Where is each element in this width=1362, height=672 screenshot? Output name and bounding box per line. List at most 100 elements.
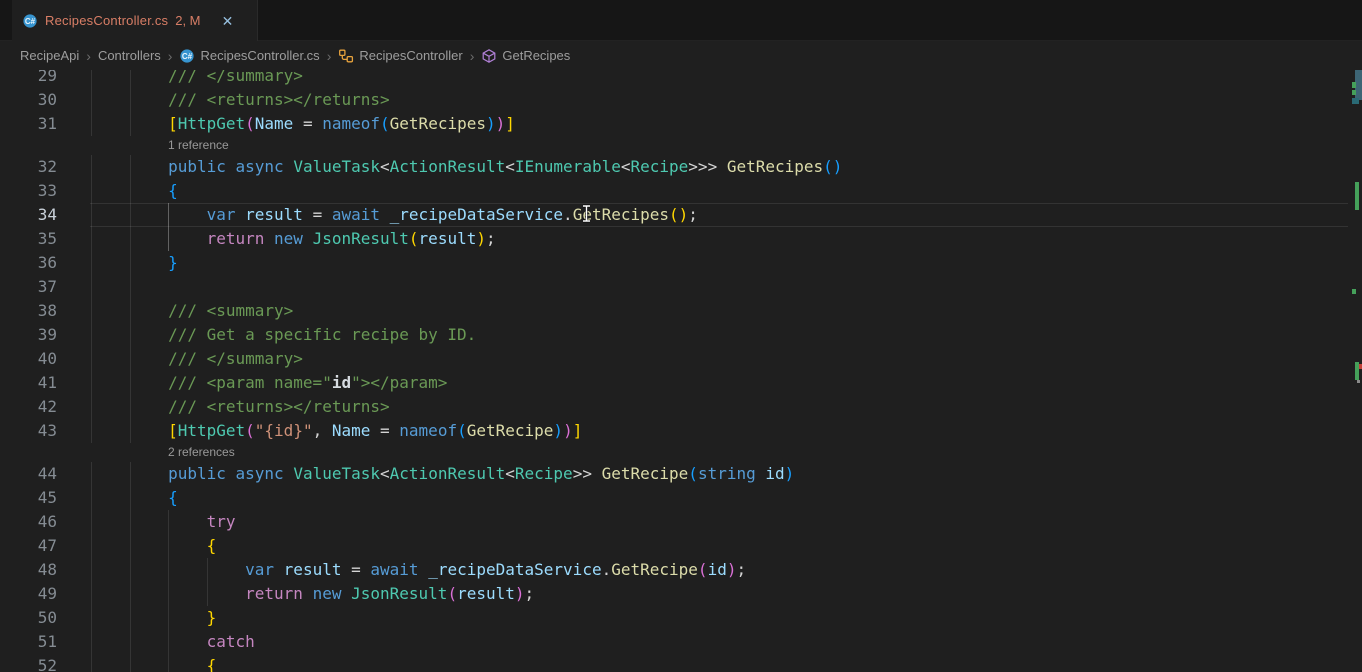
breadcrumb-label: RecipesController.cs xyxy=(200,48,319,63)
code-line-39[interactable]: 39 /// Get a specific recipe by ID. xyxy=(0,323,1362,347)
tab-recipescontroller[interactable]: C# RecipesController.cs 2, M ✕ xyxy=(12,0,258,41)
code-line-47[interactable]: 47{ xyxy=(0,534,1362,558)
breadcrumb: RecipeApi › Controllers › C# RecipesControlle… xyxy=(0,41,1362,70)
code-line-43[interactable]: 43[HttpGet("{id}", Name = nameof(GetReci… xyxy=(0,419,1362,443)
code-text: public async ValueTask<ActionResult<Reci… xyxy=(91,462,794,486)
line-number[interactable]: 49 xyxy=(0,582,57,606)
line-number[interactable]: 48 xyxy=(0,558,57,582)
line-number[interactable]: 47 xyxy=(0,534,57,558)
code-text: /// <param name="id"></param> xyxy=(91,371,447,395)
code-line-34[interactable]: 34var result = await _recipeDataService.… xyxy=(0,203,1362,227)
code-text: /// </summary> xyxy=(91,70,303,88)
line-number[interactable]: 30 xyxy=(0,88,57,112)
line-number[interactable]: 41 xyxy=(0,371,57,395)
code-text: var result = await _recipeDataService.Ge… xyxy=(91,558,746,582)
overview-ruler-mark xyxy=(1357,380,1360,383)
code-text: /// <summary> xyxy=(91,299,293,323)
code-text: { xyxy=(91,179,178,203)
breadcrumb-label: Controllers xyxy=(98,48,161,63)
code-line-48[interactable]: 48 var result = await _recipeDataService.… xyxy=(0,558,1362,582)
code-line-33[interactable]: 33 { xyxy=(0,179,1362,203)
line-number[interactable]: 31 xyxy=(0,112,57,136)
codelens-references[interactable]: 1 reference xyxy=(168,136,229,155)
code-line-36[interactable]: 36} xyxy=(0,251,1362,275)
breadcrumb-item-recipescontroller[interactable]: RecipesController xyxy=(338,48,462,64)
code-text: /// <returns></returns> xyxy=(91,395,390,419)
code-text: try xyxy=(91,510,236,534)
line-number[interactable]: 36 xyxy=(0,251,57,275)
indent-guide xyxy=(130,275,131,299)
code-line-41[interactable]: 41 /// <param name="id"></param> xyxy=(0,371,1362,395)
line-number[interactable]: 33 xyxy=(0,179,57,203)
codelens-references[interactable]: 2 references xyxy=(168,443,235,462)
line-number[interactable]: 40 xyxy=(0,347,57,371)
line-number[interactable]: 43 xyxy=(0,419,57,443)
line-number[interactable]: 32 xyxy=(0,155,57,179)
code-line-44[interactable]: 44 public async ValueTask<ActionResult<Re… xyxy=(0,462,1362,486)
code-line-52[interactable]: 52 { xyxy=(0,654,1362,672)
line-number[interactable]: 45 xyxy=(0,486,57,510)
line-number[interactable]: 37 xyxy=(0,275,57,299)
code-text: /// <returns></returns> xyxy=(91,88,390,112)
line-number[interactable]: 38 xyxy=(0,299,57,323)
breadcrumb-separator: › xyxy=(470,48,475,64)
code-line-51[interactable]: 51 catch xyxy=(0,630,1362,654)
code-line-37[interactable]: 37 xyxy=(0,275,1362,299)
code-text: } xyxy=(91,606,216,630)
line-number[interactable]: 29 xyxy=(0,70,57,88)
codelens-row: 2 references xyxy=(0,443,1362,462)
csharp-file-icon: C# xyxy=(179,48,195,64)
breadcrumb-label: RecipeApi xyxy=(20,48,79,63)
line-number[interactable]: 34 xyxy=(0,203,57,227)
code-line-49[interactable]: 49 return new JsonResult(result); xyxy=(0,582,1362,606)
code-text: { xyxy=(91,486,178,510)
line-number[interactable]: 39 xyxy=(0,323,57,347)
code-line-40[interactable]: 40/// </summary> xyxy=(0,347,1362,371)
code-line-31[interactable]: 31 [HttpGet(Name = nameof(GetRecipes))] xyxy=(0,112,1362,136)
code-line-46[interactable]: 46 try xyxy=(0,510,1362,534)
code-line-30[interactable]: 30 /// <returns></returns> xyxy=(0,88,1362,112)
code-line-32[interactable]: 32 public async ValueTask<ActionResult<IE… xyxy=(0,155,1362,179)
overview-ruler-mark xyxy=(1352,98,1359,104)
line-number[interactable]: 44 xyxy=(0,462,57,486)
tab-problems-git-badge: 2, M xyxy=(175,13,200,28)
codelens-row: 1 reference xyxy=(0,136,1362,155)
line-number[interactable]: 52 xyxy=(0,654,57,672)
tab-filename: RecipesController.cs xyxy=(45,13,168,28)
code-line-42[interactable]: 42 /// <returns></returns> xyxy=(0,395,1362,419)
symbol-method-icon xyxy=(481,48,497,64)
symbol-class-icon xyxy=(338,48,354,64)
code-line-45[interactable]: 45 { xyxy=(0,486,1362,510)
code-line-35[interactable]: 35return new JsonResult(result); xyxy=(0,227,1362,251)
code-line-38[interactable]: 38 /// <summary> xyxy=(0,299,1362,323)
code-line-29[interactable]: 29 /// </summary> xyxy=(0,70,1362,88)
code-text: public async ValueTask<ActionResult<IEnu… xyxy=(91,155,842,179)
line-number[interactable]: 42 xyxy=(0,395,57,419)
line-number[interactable]: 35 xyxy=(0,227,57,251)
breadcrumb-separator: › xyxy=(86,48,91,64)
breadcrumb-item-getrecipes[interactable]: GetRecipes xyxy=(481,48,570,64)
code-text: [HttpGet(Name = nameof(GetRecipes))] xyxy=(91,112,515,136)
line-number[interactable]: 51 xyxy=(0,630,57,654)
svg-text:C#: C# xyxy=(25,17,36,26)
scrollbar-slider[interactable] xyxy=(1355,70,1362,100)
breadcrumb-item-recipeapi[interactable]: RecipeApi xyxy=(20,48,79,63)
code-editor[interactable]: 29 /// </summary> 30 /// <returns></returns… xyxy=(0,70,1362,672)
tab-bar: C# RecipesController.cs 2, M ✕ xyxy=(0,0,1362,41)
code-text: return new JsonResult(result); xyxy=(91,582,534,606)
svg-text:C#: C# xyxy=(182,52,193,61)
code-text: { xyxy=(91,654,216,672)
overview-ruler-mark xyxy=(1355,182,1359,210)
breadcrumb-label: GetRecipes xyxy=(502,48,570,63)
close-icon[interactable]: ✕ xyxy=(218,11,238,31)
csharp-file-icon: C# xyxy=(22,13,38,29)
code-text: } xyxy=(91,251,178,275)
line-number[interactable]: 50 xyxy=(0,606,57,630)
code-line-50[interactable]: 50} xyxy=(0,606,1362,630)
code-text: catch xyxy=(91,630,255,654)
breadcrumb-label: RecipesController xyxy=(359,48,462,63)
line-number[interactable]: 46 xyxy=(0,510,57,534)
code-text: /// Get a specific recipe by ID. xyxy=(91,323,476,347)
breadcrumb-item-recipescontroller-cs[interactable]: C# RecipesController.cs xyxy=(179,48,319,64)
breadcrumb-item-controllers[interactable]: Controllers xyxy=(98,48,161,63)
